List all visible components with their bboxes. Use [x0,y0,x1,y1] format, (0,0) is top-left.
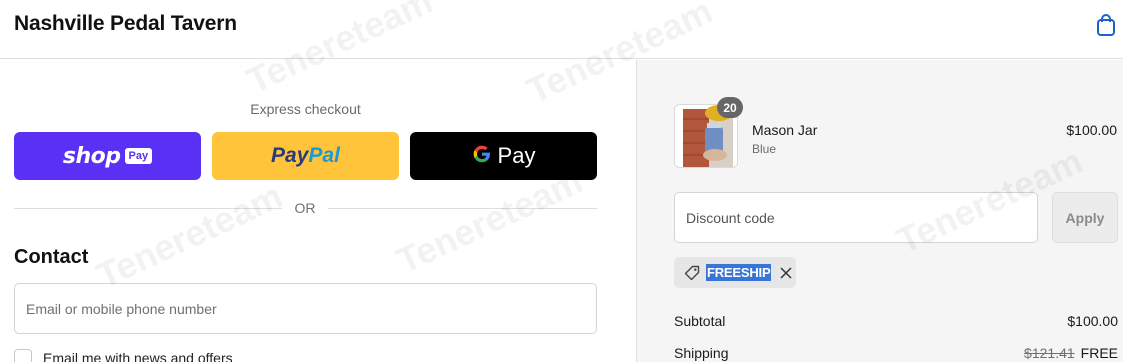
quantity-badge: 20 [717,97,743,118]
paypal-wordmark-pay: Pay [271,144,309,167]
line-item-thumbnail: 20 [674,97,743,168]
paypal-button[interactable]: Pay Pal [212,132,399,180]
subtotal-label: Subtotal [674,313,726,329]
remove-discount-icon[interactable] [779,266,793,280]
item-variant: Blue [752,142,777,156]
order-summary: 20 Mason Jar Blue $100.00 Apply FREESHIP… [636,60,1123,362]
apply-discount-button[interactable]: Apply [1052,192,1118,243]
shipping-label: Shipping [674,345,729,361]
email-or-phone-input[interactable] [14,283,597,334]
contact-heading: Contact [14,246,89,268]
newsletter-checkbox[interactable] [14,349,32,362]
or-label: OR [294,200,316,216]
discount-code-input[interactable] [674,192,1038,243]
checkout-header: Nashville Pedal Tavern [0,0,1123,59]
discount-code-label: FREESHIP [706,264,772,281]
subtotal-value: $100.00 [1067,313,1118,329]
google-pay-button[interactable]: Pay [410,132,597,180]
or-divider: OR [14,200,597,216]
shop-pay-button[interactable]: shop Pay [14,132,201,180]
shopping-bag-icon[interactable] [1095,13,1117,37]
shop-pay-wordmark: shop [62,143,121,169]
checkout-main: Express checkout shop Pay Pay Pal Pay OR … [0,60,636,362]
shipping-value: FREE [1080,345,1118,361]
paypal-wordmark-pal: Pal [308,144,340,167]
newsletter-row: Email me with news and offers [14,348,233,362]
applied-discount-chip: FREESHIP [674,257,796,288]
item-price: $100.00 [1066,122,1117,138]
store-name[interactable]: Nashville Pedal Tavern [14,12,237,36]
divider-line-right [328,208,597,209]
divider-line-left [14,208,282,209]
newsletter-label[interactable]: Email me with news and offers [43,350,233,362]
express-checkout-label: Express checkout [250,101,361,117]
item-name: Mason Jar [752,122,818,138]
google-g-icon [472,144,492,169]
google-pay-wordmark: Pay [497,143,536,168]
tag-icon [684,265,700,281]
shop-pay-badge: Pay [124,148,153,164]
shipping-original-price: $121.41 [1024,345,1075,361]
shipping-value-group: $121.41 FREE [1024,345,1118,361]
